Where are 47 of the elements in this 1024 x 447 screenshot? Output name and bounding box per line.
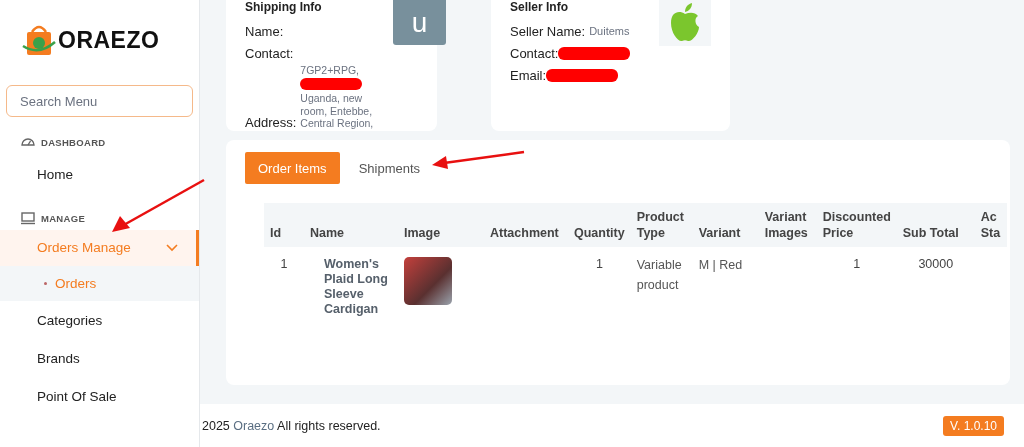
address-text: Uganda, new room, Entebbe, Central Region,	[300, 92, 375, 130]
column-header: Discounted Price	[816, 203, 897, 247]
address-text: 7GP2+RPG,	[300, 64, 360, 77]
column-header: Variant Images	[758, 203, 817, 247]
version-badge: V. 1.0.10	[943, 415, 1004, 436]
gauge-icon	[20, 135, 36, 149]
sidebar-item[interactable]: Home	[0, 155, 199, 193]
column-header: Ac Sta	[974, 203, 1007, 247]
sidebar-item[interactable]: Point Of Sale	[0, 377, 199, 415]
field-label: Seller Name:	[510, 23, 586, 39]
column-header: Sub Total	[896, 203, 975, 247]
chevron-icon	[166, 243, 178, 252]
field-label: Contact:	[510, 45, 559, 61]
field-label: Email:	[510, 67, 547, 83]
table-cell: Women's Plaid Long Sleeve Cardigan	[324, 257, 388, 316]
field-label: Name:	[245, 23, 284, 39]
column-header: Variant	[692, 203, 759, 247]
column-header: Attachment	[484, 203, 568, 247]
section-heading: MANAGE	[41, 212, 86, 224]
monitor-icon	[20, 211, 36, 225]
field-value: Duitems	[589, 25, 630, 37]
table-cell: 1	[853, 257, 861, 271]
column-header: Product Type	[630, 203, 693, 247]
column-header: Quantity	[568, 203, 631, 247]
brand-name: ORAEZO	[58, 26, 160, 54]
card-title: Seller Info	[510, 0, 569, 14]
tab[interactable]: Shipments	[345, 152, 434, 184]
avatar: u	[393, 0, 446, 45]
card-title: Shipping Info	[245, 0, 323, 14]
field-label: Contact:	[245, 45, 294, 61]
table-cell: M | Red	[698, 258, 743, 272]
column-header: Id	[264, 203, 304, 247]
footer-link[interactable]: Oraezo	[233, 418, 275, 433]
column-header: Name	[304, 203, 398, 247]
shopping-bag-icon	[22, 24, 56, 56]
column-header: Image	[398, 203, 484, 247]
section-heading: DASHBOARD	[41, 136, 106, 148]
photo-placeholder	[404, 257, 452, 305]
sidebar-item[interactable]: Brands	[0, 339, 199, 377]
table-cell: 30000	[918, 257, 954, 271]
sidebar-item[interactable]: Categories	[0, 301, 199, 339]
table-cell: 1	[280, 257, 288, 271]
search-field[interactable]: Search Menu	[6, 85, 193, 117]
table-cell: Variable product	[636, 258, 682, 292]
copyright-text: 2025 Oraezo All rights reserved.	[202, 418, 381, 433]
table-cell: 1	[595, 257, 603, 271]
field-label: Address:	[245, 114, 297, 130]
